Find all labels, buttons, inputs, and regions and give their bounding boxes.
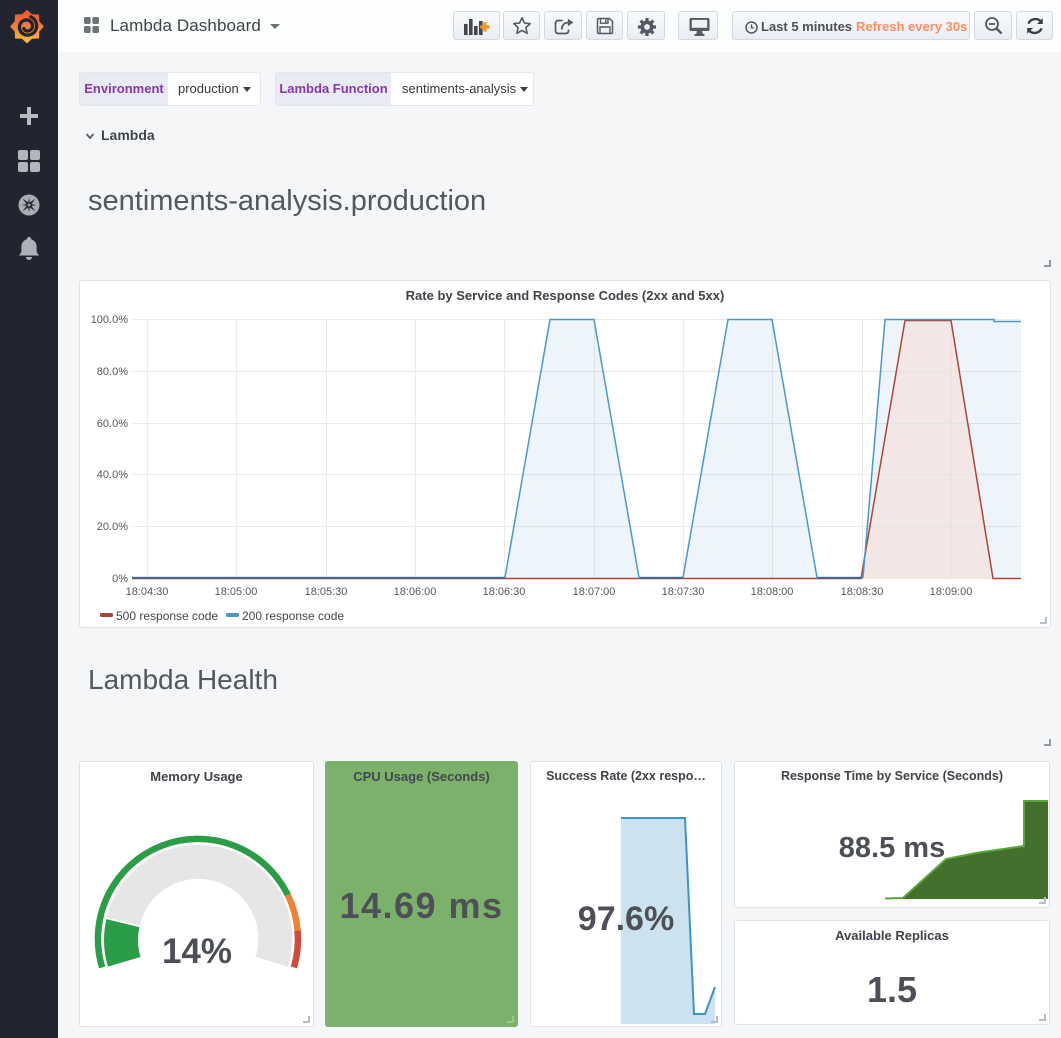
svg-text:200 response code: 200 response code	[242, 609, 344, 623]
svg-text:18:08:00: 18:08:00	[751, 586, 794, 598]
svg-text:100.0%: 100.0%	[91, 314, 129, 326]
svg-text:0%: 0%	[112, 573, 128, 585]
svg-text:18:05:30: 18:05:30	[305, 586, 348, 598]
svg-text:80.0%: 80.0%	[97, 366, 128, 378]
svg-text:60.0%: 60.0%	[97, 418, 128, 430]
svg-text:40.0%: 40.0%	[97, 469, 128, 481]
svg-text:18:06:30: 18:06:30	[483, 586, 526, 598]
svg-text:18:06:00: 18:06:00	[394, 586, 437, 598]
svg-text:18:09:00: 18:09:00	[930, 586, 973, 598]
svg-text:18:07:00: 18:07:00	[573, 586, 616, 598]
svg-text:500 response code: 500 response code	[116, 609, 218, 623]
svg-text:18:04:30: 18:04:30	[126, 586, 169, 598]
svg-text:18:05:00: 18:05:00	[215, 586, 258, 598]
svg-text:18:08:30: 18:08:30	[841, 586, 884, 598]
svg-text:20.0%: 20.0%	[97, 521, 128, 533]
svg-text:14%: 14%	[162, 932, 232, 971]
svg-text:18:07:30: 18:07:30	[662, 586, 705, 598]
